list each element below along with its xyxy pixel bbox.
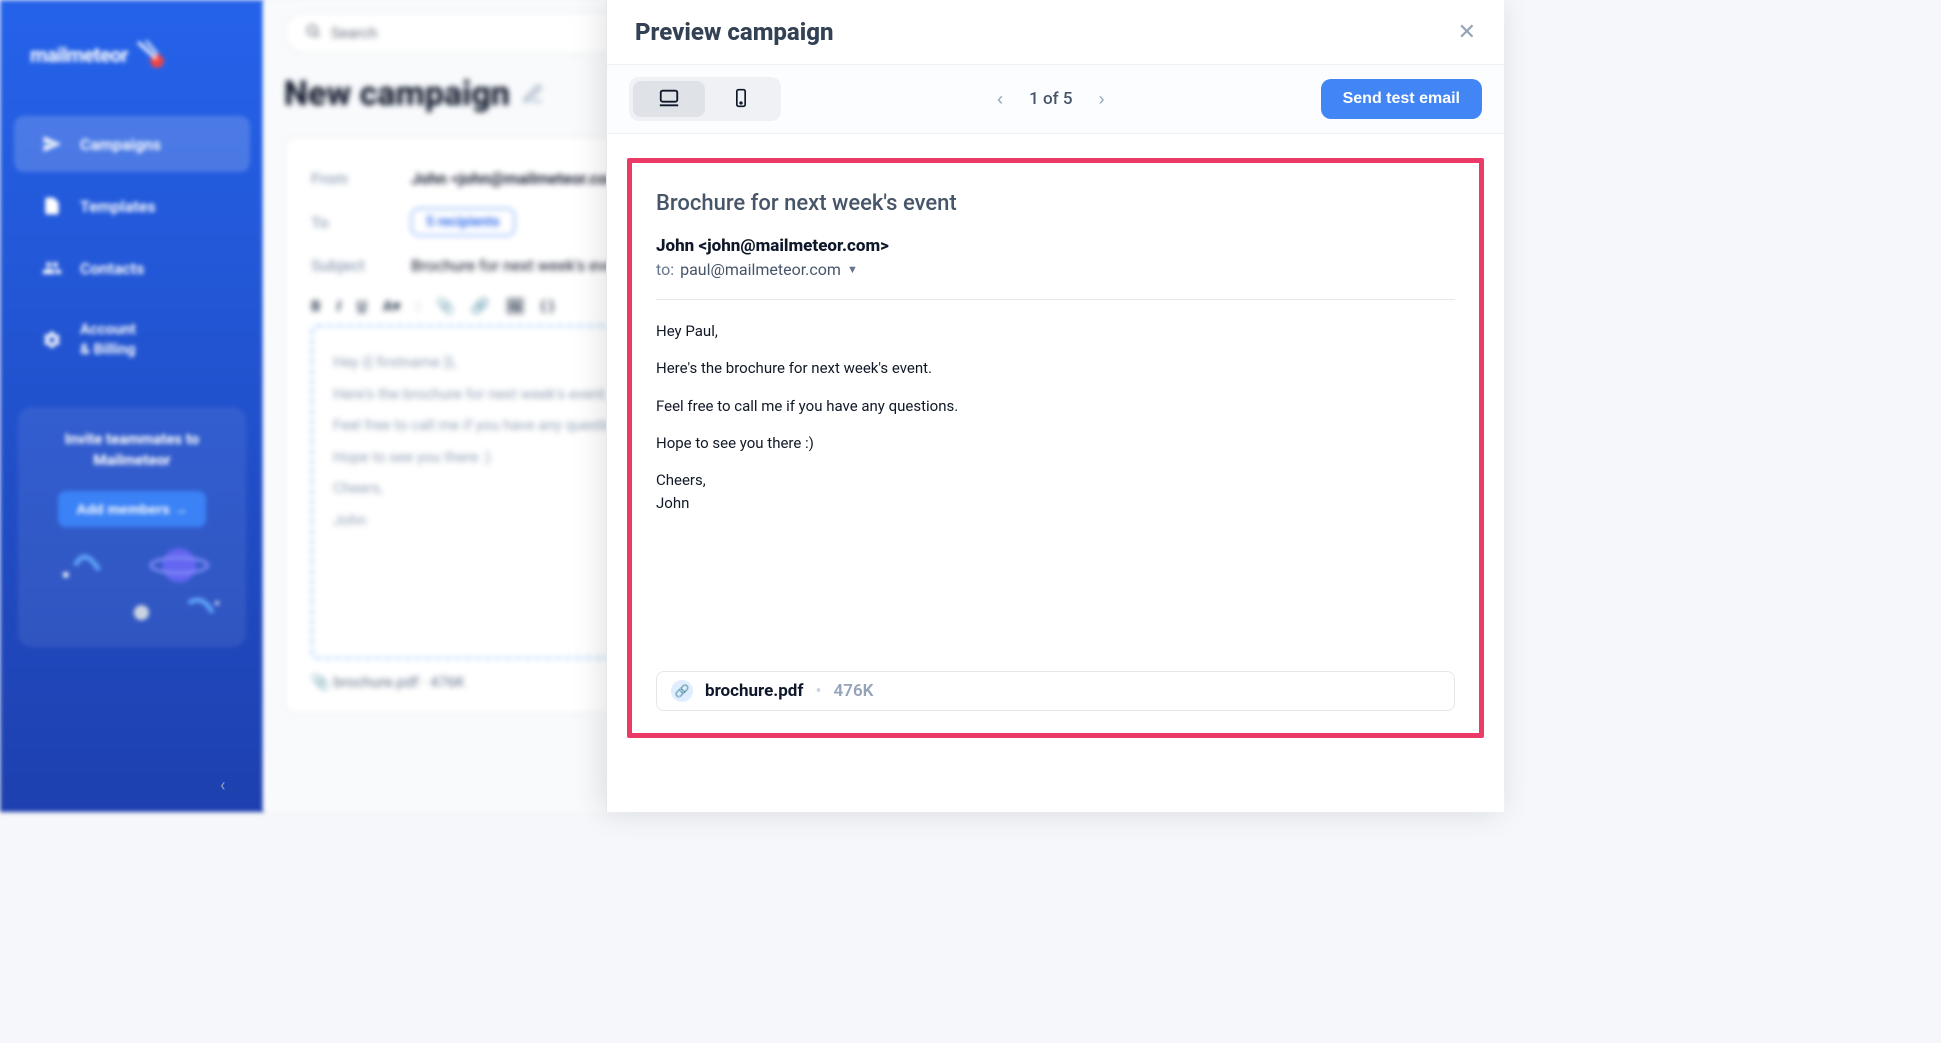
- pager-next-button[interactable]: ›: [1095, 85, 1109, 114]
- device-toggle: [629, 77, 781, 121]
- logo: mailmeteor: [0, 20, 264, 110]
- chevron-left-icon: ‹: [997, 89, 1003, 109]
- chevron-down-icon: ▼: [847, 263, 858, 276]
- attachment-icon[interactable]: 📎: [436, 297, 455, 315]
- italic-icon[interactable]: I: [337, 297, 341, 315]
- email-to-row[interactable]: to: paul@mailmeteor.com ▼: [656, 260, 1455, 279]
- text-color-icon[interactable]: A▾: [383, 297, 401, 315]
- link-icon[interactable]: 🔗: [471, 297, 490, 315]
- search-placeholder: Search: [331, 24, 377, 42]
- email-to-label: to:: [656, 260, 674, 279]
- sidebar-item-account-billing[interactable]: Account & Billing: [14, 302, 250, 377]
- underline-icon[interactable]: U: [357, 297, 367, 315]
- email-subject: Brochure for next week's event: [656, 191, 1455, 216]
- file-icon: [42, 196, 62, 216]
- preview-campaign-modal: Preview campaign ✕ ‹ 1 of 5 › Send test …: [606, 0, 1504, 812]
- variable-icon[interactable]: { }: [541, 297, 555, 315]
- sidebar-item-contacts[interactable]: Contacts: [14, 240, 250, 296]
- email-from: John <john@mailmeteor.com>: [656, 236, 1455, 256]
- desktop-view-button[interactable]: [633, 81, 705, 117]
- send-test-email-button[interactable]: Send test email: [1321, 79, 1482, 119]
- preview-wrapper: Brochure for next week's event John <joh…: [607, 134, 1504, 762]
- mobile-icon: [731, 88, 751, 111]
- space-illustration: [28, 537, 236, 637]
- from-value: John <john@mailmeteor.com>: [411, 169, 629, 188]
- brand-name: mailmeteor: [30, 43, 128, 67]
- preview-frame: Brochure for next week's event John <joh…: [627, 158, 1484, 738]
- sidebar-item-templates[interactable]: Templates: [14, 178, 250, 234]
- modal-title: Preview campaign: [635, 18, 833, 46]
- close-button[interactable]: ✕: [1458, 21, 1476, 43]
- sidebar-item-label: Templates: [80, 197, 156, 216]
- image-icon[interactable]: 🖼: [506, 297, 525, 315]
- people-icon: [42, 258, 62, 278]
- meteor-icon: [136, 40, 166, 70]
- collapse-sidebar-icon[interactable]: ‹: [220, 775, 225, 796]
- sidebar: mailmeteor Campaigns Templates Contacts …: [0, 0, 264, 812]
- pager-text: 1 of 5: [1029, 89, 1072, 109]
- divider: [656, 299, 1455, 300]
- to-label: To: [311, 213, 381, 232]
- edit-icon[interactable]: [522, 74, 544, 114]
- gear-icon: [42, 330, 62, 350]
- add-members-button[interactable]: Add members →: [58, 491, 205, 527]
- modal-toolbar: ‹ 1 of 5 › Send test email: [607, 65, 1504, 134]
- attachment-name: brochure.pdf: [705, 681, 803, 701]
- chevron-right-icon: ›: [1099, 89, 1105, 109]
- invite-card: Invite teammates to Mailmeteor Add membe…: [18, 407, 246, 647]
- recipients-chip[interactable]: 5 recipients: [411, 208, 515, 236]
- modal-header: Preview campaign ✕: [607, 0, 1504, 65]
- send-icon: [42, 134, 62, 154]
- from-label: From: [311, 169, 381, 188]
- bold-icon[interactable]: B: [311, 297, 321, 315]
- pager: ‹ 1 of 5 ›: [993, 85, 1108, 114]
- sidebar-item-campaigns[interactable]: Campaigns: [14, 116, 250, 172]
- subject-value[interactable]: Brochure for next week's event: [411, 256, 628, 275]
- sidebar-item-label: Campaigns: [80, 135, 161, 154]
- sidebar-item-label: Account & Billing: [80, 320, 136, 359]
- email-body: Hey Paul, Here's the brochure for next w…: [656, 320, 1455, 516]
- invite-title: Invite teammates to Mailmeteor: [34, 429, 230, 471]
- search-icon: [305, 23, 321, 43]
- pager-prev-button[interactable]: ‹: [993, 85, 1007, 114]
- mobile-view-button[interactable]: [705, 81, 777, 117]
- desktop-icon: [658, 87, 680, 112]
- email-to-value: paul@mailmeteor.com: [680, 260, 841, 279]
- subject-label: Subject: [311, 256, 381, 275]
- attachment-size: 476K: [834, 681, 874, 701]
- attachment-chip[interactable]: 🔗 brochure.pdf • 476K: [656, 671, 1455, 711]
- attachment-icon: 🔗: [671, 680, 693, 702]
- close-icon: ✕: [1458, 19, 1476, 44]
- sidebar-item-label: Contacts: [80, 259, 144, 278]
